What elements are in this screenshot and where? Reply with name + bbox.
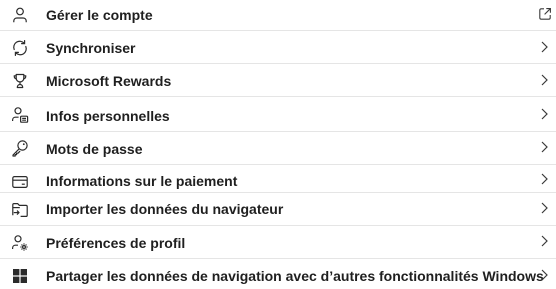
trophy-icon [11,72,29,90]
microsoft-rewards-row[interactable]: Microsoft Rewards [0,64,556,96]
passwords-label: Mots de passe [46,141,143,157]
key-icon [11,139,29,157]
sync-row[interactable]: Synchroniser [0,31,556,63]
person-card-icon [11,106,29,124]
chevron-right-icon [538,201,550,215]
microsoft-rewards-label: Microsoft Rewards [46,73,172,89]
profile-settings-list: Gérer le compte Synchroniser Microsoft R… [0,0,556,289]
chevron-right-icon [538,268,550,282]
chevron-right-icon [538,107,550,121]
import-browser-data-row[interactable]: Importer les données du navigateur [0,193,556,225]
manage-account-label: Gérer le compte [46,7,153,23]
chevron-right-icon [538,73,550,87]
payment-info-row[interactable]: Informations sur le paiement [0,165,556,193]
chevron-right-icon [538,40,550,54]
share-browsing-data-label: Partager les données de navigation avec … [46,268,544,284]
credit-card-icon [11,173,29,191]
personal-info-label: Infos personnelles [46,108,170,124]
folder-import-icon [11,201,29,219]
passwords-row[interactable]: Mots de passe [0,132,556,164]
chevron-right-icon [538,234,550,248]
external-link-icon [538,7,552,21]
person-settings-icon [11,234,29,252]
chevron-right-icon [538,172,550,186]
sync-label: Synchroniser [46,40,136,56]
profile-preferences-row[interactable]: Préférences de profil [0,226,556,258]
sync-icon [11,39,29,57]
personal-info-row[interactable]: Infos personnelles [0,97,556,131]
import-browser-data-label: Importer les données du navigateur [46,201,284,217]
profile-preferences-label: Préférences de profil [46,235,186,251]
windows-icon [11,267,29,285]
payment-info-label: Informations sur le paiement [46,173,238,189]
person-icon [11,6,29,24]
chevron-right-icon [538,140,550,154]
manage-account-row[interactable]: Gérer le compte [0,0,556,30]
share-browsing-data-row[interactable]: Partager les données de navigation avec … [0,259,556,289]
